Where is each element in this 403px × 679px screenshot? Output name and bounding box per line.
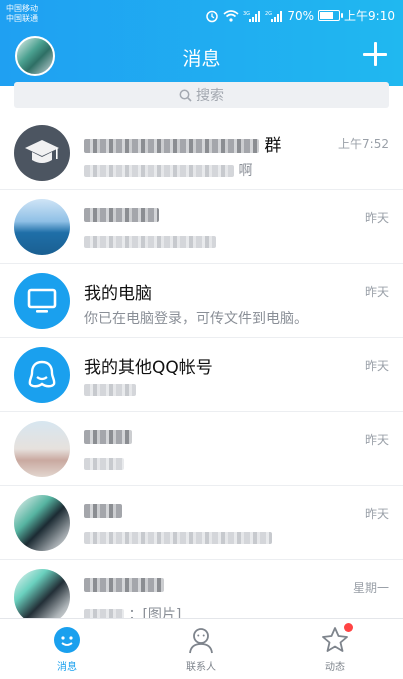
wifi-icon: [223, 9, 239, 22]
sea-photo: [14, 199, 70, 255]
conversation-name: [84, 501, 122, 521]
bottom-tab-bar: 消息 联系人 动态: [0, 618, 403, 679]
redacted-text: [84, 532, 272, 544]
search-placeholder: 搜索: [196, 88, 224, 104]
last-message: [84, 456, 124, 472]
avatar: [14, 273, 70, 329]
avatar: [14, 569, 70, 625]
conversation-name: [84, 427, 132, 447]
plus-icon[interactable]: [361, 40, 389, 68]
timestamp: 星期一: [352, 581, 389, 595]
conversation-name: [84, 205, 159, 225]
search-bar[interactable]: 搜索: [14, 82, 389, 108]
conversation-name: 我的其他QQ帐号: [84, 358, 213, 378]
clock: 上午9:10: [344, 9, 395, 23]
tab-contacts[interactable]: 联系人: [134, 619, 268, 679]
notification-badge: [344, 623, 353, 632]
monitor-icon: [14, 273, 70, 329]
graduation-cap-icon: [14, 125, 70, 181]
avatar: [14, 125, 70, 181]
page-title: 消息: [182, 48, 221, 70]
alarm-icon: [206, 10, 219, 22]
list-item[interactable]: 群 啊 上午7:52: [0, 116, 403, 190]
bag-photo: [14, 569, 70, 625]
contact-icon: [189, 628, 213, 654]
carrier-1: 中国移动: [6, 4, 38, 13]
avatar: [14, 199, 70, 255]
name-suffix: 群: [264, 136, 282, 156]
tab-messages[interactable]: 消息: [0, 619, 134, 679]
svg-text:2G: 2G: [265, 11, 272, 17]
status-bar: 中国移动 中国联通 3G 2G 70% 上午9:10: [0, 0, 403, 30]
conversation-name: [84, 575, 164, 595]
redacted-text: [84, 384, 136, 396]
message-suffix: 啊: [238, 163, 253, 179]
carrier-labels: 中国移动 中国联通: [6, 4, 38, 24]
redacted-text: [84, 208, 159, 222]
svg-text:3G: 3G: [243, 11, 250, 17]
timestamp: 上午7:52: [338, 137, 389, 151]
redacted-text: [84, 139, 259, 153]
other-accounts-icon: [14, 347, 70, 403]
tab-label: 消息: [57, 662, 77, 673]
header: 消息: [0, 30, 403, 86]
list-item[interactable]: 我的电脑 你已在电脑登录，可传文件到电脑。 昨天: [0, 264, 403, 338]
list-item[interactable]: 昨天: [0, 412, 403, 486]
tab-label: 动态: [325, 662, 345, 673]
last-message: 啊: [84, 160, 252, 180]
list-item[interactable]: 我的其他QQ帐号 昨天: [0, 338, 403, 412]
list-item[interactable]: 昨天: [0, 190, 403, 264]
timestamp: 昨天: [364, 359, 389, 373]
last-message: [84, 382, 136, 398]
redacted-text: [84, 578, 164, 592]
carrier-2: 中国联通: [6, 14, 38, 23]
star-icon-wrap: [320, 623, 353, 655]
battery-fill: [320, 12, 333, 19]
timestamp: 昨天: [364, 211, 389, 225]
avatar: [14, 495, 70, 551]
avatar: [14, 421, 70, 477]
qq-messages-screen: 中国移动 中国联通 3G 2G 70% 上午9:10 消息 搜索 群 啊 上午7…: [0, 0, 403, 679]
battery-percent: 70%: [287, 8, 315, 23]
redacted-text: [84, 165, 234, 177]
beach-photo: [14, 421, 70, 477]
redacted-text: [84, 430, 132, 444]
tab-moments[interactable]: 动态: [268, 619, 402, 679]
last-message: [84, 234, 216, 250]
signal-icon: 3G: [243, 10, 261, 22]
timestamp: 昨天: [364, 285, 389, 299]
signal-icon: 2G: [265, 10, 283, 22]
conversation-list: 群 啊 上午7:52 昨天 我的电脑 你已在电脑登录，可传文件到电脑。 昨天 我…: [0, 116, 403, 634]
redacted-text: [84, 458, 124, 470]
search-icon: [179, 89, 192, 102]
app-header-background: 中国移动 中国联通 3G 2G 70% 上午9:10 消息: [0, 0, 403, 86]
redacted-text: [84, 236, 216, 248]
timestamp: 昨天: [364, 433, 389, 447]
message-icon: [54, 627, 80, 653]
conversation-name: 我的电脑: [84, 284, 152, 304]
last-message: 你已在电脑登录，可传文件到电脑。: [84, 311, 308, 327]
tab-label: 联系人: [186, 662, 216, 673]
redacted-text: [84, 504, 122, 518]
last-message: [84, 530, 272, 546]
conversation-name: 群: [84, 131, 281, 156]
timestamp: 昨天: [364, 507, 389, 521]
avatar: [14, 347, 70, 403]
bag-photo: [14, 495, 70, 551]
battery-icon: [318, 10, 344, 21]
search-area: 搜索: [0, 82, 403, 114]
list-item[interactable]: 昨天: [0, 486, 403, 560]
status-icons: 3G 2G 70% 上午9:10: [205, 7, 395, 24]
